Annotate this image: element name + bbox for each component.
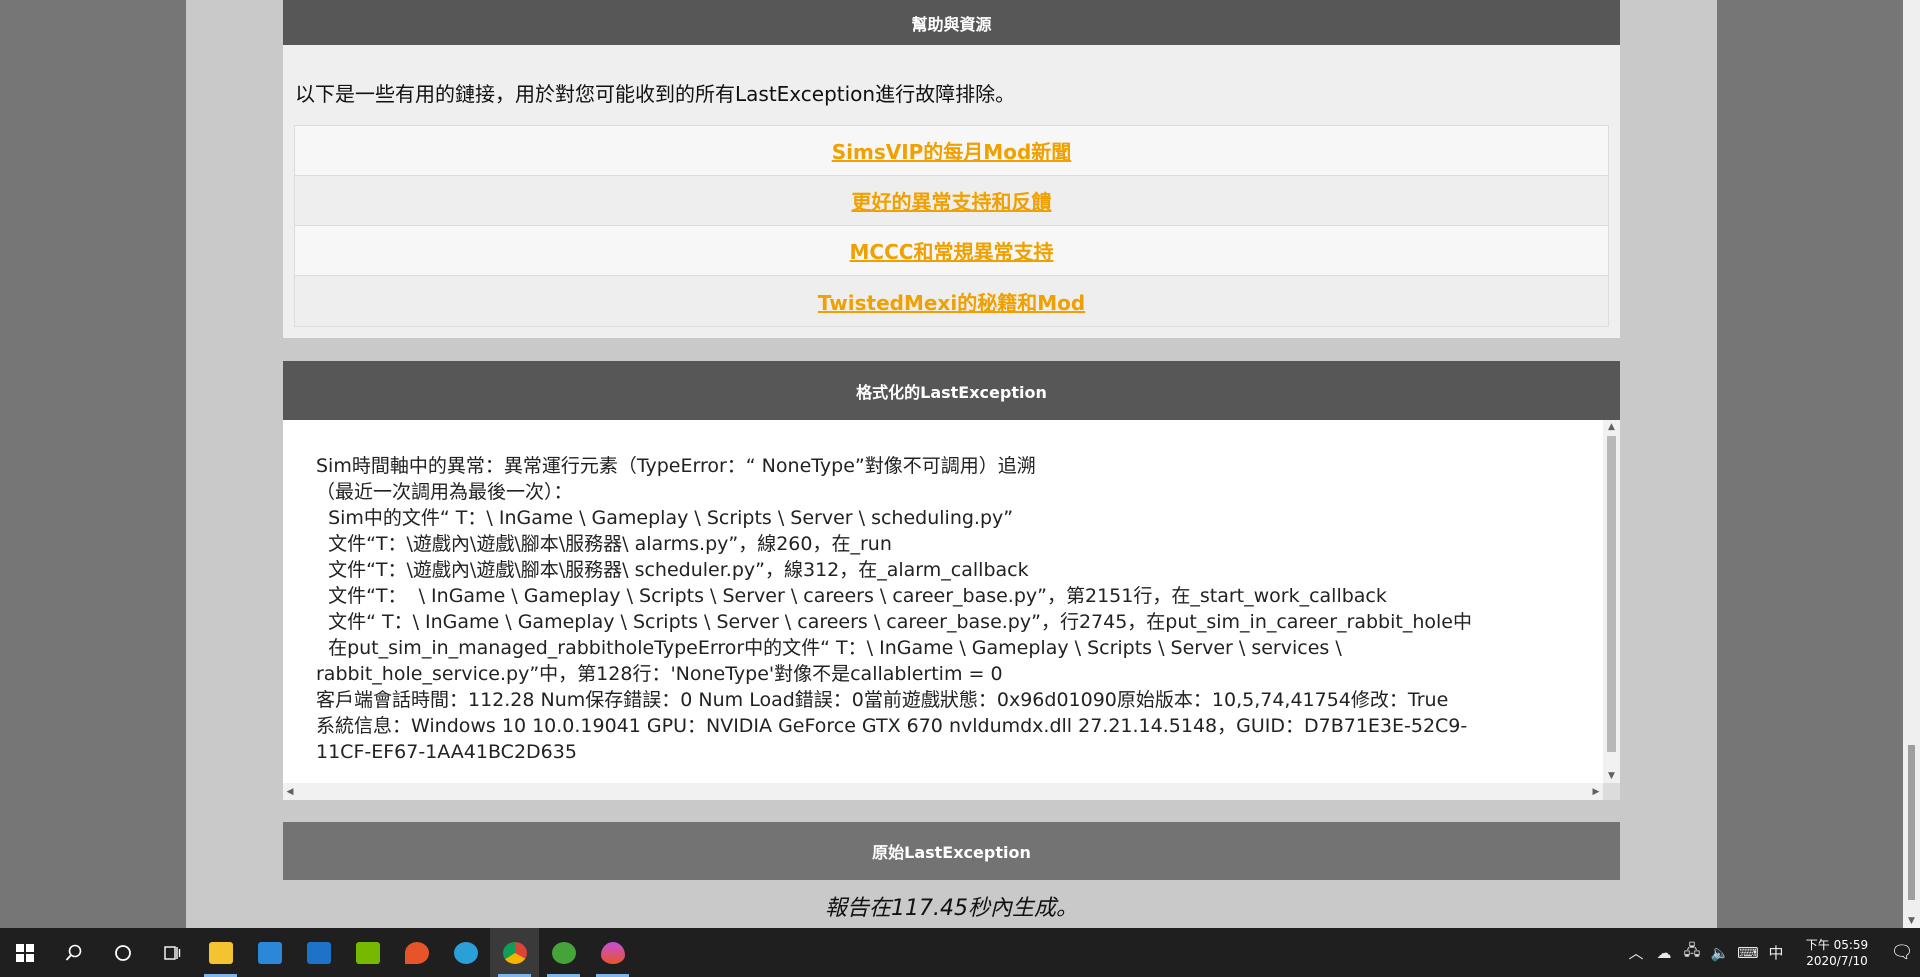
task-view-button[interactable] bbox=[147, 928, 196, 977]
raw-exception-title: 原始LastException bbox=[872, 843, 1031, 862]
scroll-down-icon[interactable]: ▼ bbox=[1903, 914, 1920, 928]
formatted-exception-title: 格式化的LastException bbox=[283, 361, 1620, 420]
volume-icon[interactable]: 🔈 bbox=[1706, 944, 1734, 962]
vertical-scrollbar[interactable]: ▲ ▼ bbox=[1603, 420, 1620, 783]
help-links-list: SimsVIP的每月Mod新聞 更好的異常支持和反饋 MCCC和常規異常支持 T… bbox=[294, 125, 1609, 327]
scroll-down-icon[interactable]: ▼ bbox=[1603, 769, 1620, 783]
link-better-exception-support[interactable]: 更好的異常支持和反饋 bbox=[852, 186, 1052, 215]
link-simsvip-mod-news[interactable]: SimsVIP的每月Mod新聞 bbox=[832, 136, 1072, 165]
windows-taskbar: ︿ ☁ 🖧 🔈 ⌨ 中 下午 05:59 2020/7/10 🗨 bbox=[0, 928, 1920, 977]
list-item: SimsVIP的每月Mod新聞 bbox=[295, 126, 1608, 176]
help-intro-text: 以下是一些有用的鏈接，用於對您可能收到的所有LastException進行故障排… bbox=[295, 82, 1016, 106]
list-item: MCCC和常規異常支持 bbox=[295, 226, 1608, 276]
scroll-right-icon[interactable]: ▶ bbox=[1589, 783, 1603, 800]
horizontal-scrollbar[interactable]: ◀ ▶ bbox=[283, 783, 1603, 800]
store-icon bbox=[257, 941, 282, 964]
keyboard-icon[interactable]: ⌨ bbox=[1734, 944, 1762, 962]
clock-time: 下午 05:59 bbox=[1805, 937, 1869, 952]
link-mccc-support[interactable]: MCCC和常規異常支持 bbox=[850, 236, 1054, 265]
maps-icon bbox=[404, 941, 429, 964]
scroll-left-icon[interactable]: ◀ bbox=[283, 783, 297, 800]
edge-icon bbox=[453, 941, 478, 964]
exception-line: 系統信息：Windows 10 10.0.19041 GPU：NVIDIA Ge… bbox=[316, 715, 1468, 737]
taskbar-app-edge[interactable] bbox=[441, 928, 490, 977]
chevron-up-icon[interactable]: ︿ bbox=[1622, 942, 1650, 963]
link-twistedmexi-cheats-mods[interactable]: TwistedMexi的秘籍和Mod bbox=[818, 287, 1085, 316]
exception-line: （最近一次調用為最後一次）： bbox=[316, 481, 573, 503]
help-resources-card: 幫助與資源 以下是一些有用的鏈接，用於對您可能收到的所有LastExceptio… bbox=[283, 0, 1620, 338]
ime-indicator[interactable]: 中 bbox=[1762, 942, 1790, 963]
page-scroll-thumb[interactable] bbox=[1908, 745, 1915, 900]
system-tray: ︿ ☁ 🖧 🔈 ⌨ 中 下午 05:59 2020/7/10 🗨 bbox=[1622, 928, 1920, 977]
scroll-thumb[interactable] bbox=[1607, 436, 1616, 752]
formatted-exception-card: 格式化的LastException Sim時間軸中的異常：異常運行元素（Type… bbox=[283, 361, 1620, 800]
exception-text: Sim時間軸中的異常：異常運行元素（TypeError：“ NoneType”對… bbox=[316, 453, 1586, 765]
windows-logo-icon bbox=[15, 943, 34, 962]
exception-line: 文件“T：\遊戲內\遊戲\腳本\服務器\ alarms.py”，線260，在_r… bbox=[316, 533, 892, 555]
taskbar-app-file-explorer[interactable] bbox=[196, 928, 245, 977]
page-content: 幫助與資源 以下是一些有用的鏈接，用於對您可能收到的所有LastExceptio… bbox=[186, 0, 1717, 928]
exception-line: 11CF-EF67-1AA41BC2D635 bbox=[316, 741, 577, 763]
taskbar-app-maps[interactable] bbox=[392, 928, 441, 977]
task-view-icon bbox=[163, 945, 180, 960]
chrome-icon bbox=[502, 941, 527, 964]
exception-line: Sim中的文件“ T：\ InGame \ Gameplay \ Scripts… bbox=[316, 507, 1014, 529]
notification-icon[interactable]: 🗨 bbox=[1884, 942, 1920, 963]
search-icon bbox=[65, 944, 81, 961]
exception-line: Sim時間軸中的異常：異常運行元素（TypeError：“ NoneType”對… bbox=[316, 455, 1036, 477]
taskbar-app-paint[interactable] bbox=[588, 928, 637, 977]
file-explorer-icon bbox=[208, 941, 233, 964]
mail-icon bbox=[306, 941, 331, 964]
taskbar-app-nvidia[interactable] bbox=[343, 928, 392, 977]
list-item: 更好的異常支持和反饋 bbox=[295, 176, 1608, 226]
taskbar-app-sims[interactable] bbox=[539, 928, 588, 977]
paint-icon bbox=[600, 941, 625, 964]
start-button[interactable] bbox=[0, 928, 49, 977]
search-button[interactable] bbox=[49, 928, 98, 977]
exception-line: 文件“ T：\ InGame \ Gameplay \ Scripts \ Se… bbox=[316, 611, 1472, 633]
exception-line: 在put_sim_in_managed_rabbitholeTypeError中… bbox=[316, 637, 1342, 659]
cortana-icon bbox=[114, 944, 131, 961]
exception-line: rabbit_hole_service.py”中，第128行：'NoneType… bbox=[316, 663, 1003, 685]
exception-line: 客戶端會話時間：112.28 Num保存錯誤：0 Num Load錯誤：0當前遊… bbox=[316, 689, 1449, 711]
sims-icon bbox=[551, 941, 576, 964]
list-item: TwistedMexi的秘籍和Mod bbox=[295, 276, 1608, 326]
nvidia-icon bbox=[355, 941, 380, 964]
taskbar-app-mail[interactable] bbox=[294, 928, 343, 977]
scroll-corner bbox=[1603, 783, 1620, 800]
help-resources-title: 幫助與資源 bbox=[283, 0, 1620, 45]
scroll-up-icon[interactable]: ▲ bbox=[1603, 420, 1620, 434]
exception-line: 文件“T： \ InGame \ Gameplay \ Scripts \ Se… bbox=[316, 585, 1387, 607]
clock-date: 2020/7/10 bbox=[1806, 953, 1868, 968]
taskbar-app-store[interactable] bbox=[245, 928, 294, 977]
onedrive-icon[interactable]: ☁ bbox=[1650, 944, 1678, 962]
raw-exception-header[interactable]: 原始LastException bbox=[283, 822, 1620, 880]
report-generation-time: 報告在117.45秒內生成。 bbox=[825, 896, 1078, 921]
clock[interactable]: 下午 05:59 2020/7/10 bbox=[1790, 937, 1884, 969]
network-icon[interactable]: 🖧 bbox=[1678, 940, 1706, 965]
exception-line: 文件“T：\遊戲內\遊戲\腳本\服務器\ scheduler.py”，線312，… bbox=[316, 559, 1029, 581]
cortana-button[interactable] bbox=[98, 928, 147, 977]
formatted-exception-body[interactable]: Sim時間軸中的異常：異常運行元素（TypeError：“ NoneType”對… bbox=[283, 420, 1620, 800]
page-scrollbar[interactable]: ▼ bbox=[1903, 0, 1920, 928]
taskbar-app-chrome[interactable] bbox=[490, 928, 539, 977]
